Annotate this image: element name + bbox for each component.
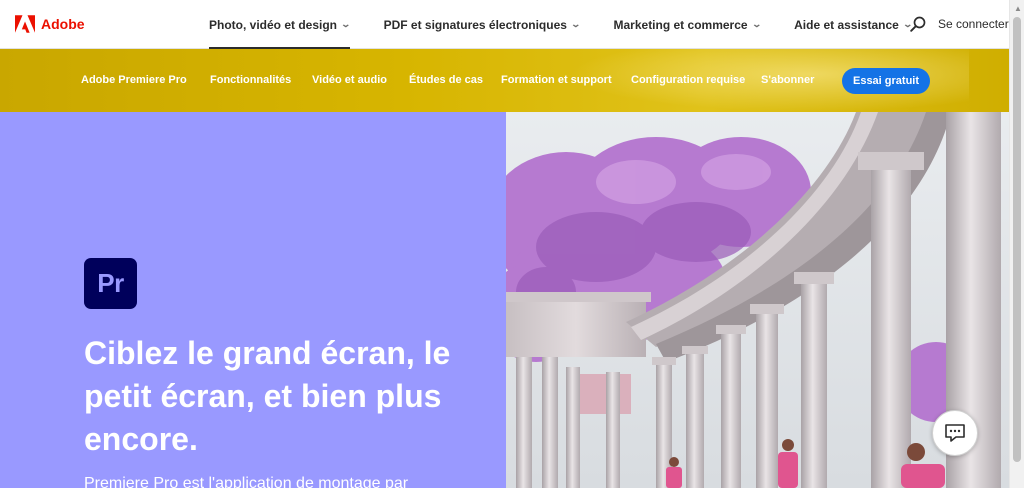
sign-in-link[interactable]: Se connecter — [938, 17, 1009, 31]
global-nav: Adobe Photo, vidéo et design ⌄ PDF et si… — [0, 0, 1009, 49]
premiere-pro-app-icon: Pr — [84, 258, 137, 309]
chevron-down-icon: ⌄ — [751, 19, 762, 29]
chevron-down-icon: ⌄ — [570, 19, 582, 29]
global-menu-photo-video-design[interactable]: Photo, vidéo et design ⌄ — [196, 0, 363, 49]
global-menu: Photo, vidéo et design ⌄ PDF et signatur… — [196, 0, 932, 49]
headline-line: petit écran, et bien plus — [84, 378, 442, 414]
product-nav-case-studies[interactable]: Études de cas — [409, 74, 483, 86]
global-menu-help-support[interactable]: Aide et assistance ⌄ — [781, 0, 924, 49]
hero-headline: Ciblez le grand écran, le petit écran, e… — [84, 332, 484, 461]
headline-line: encore. — [84, 421, 198, 457]
chat-button[interactable] — [932, 410, 978, 456]
menu-label: Photo, vidéo et design — [209, 17, 338, 32]
product-nav: Adobe Premiere Pro Fonctionnalités Vidéo… — [0, 49, 1009, 112]
product-nav-training-support[interactable]: Formation et support — [501, 74, 612, 86]
chat-icon — [945, 424, 965, 442]
product-nav-video-audio[interactable]: Vidéo et audio — [312, 74, 387, 86]
chevron-down-icon: ⌄ — [340, 19, 352, 29]
scrollbar-thumb[interactable] — [1013, 17, 1021, 462]
page-scrollbar[interactable]: ▲ — [1009, 0, 1024, 488]
hero-body-text: Premiere Pro est l'application de montag… — [84, 475, 409, 488]
product-nav-features[interactable]: Fonctionnalités — [210, 74, 291, 86]
menu-label: Aide et assistance — [794, 17, 899, 32]
search-icon[interactable] — [910, 16, 926, 32]
product-nav-title[interactable]: Adobe Premiere Pro — [81, 74, 187, 86]
global-menu-pdf-signatures[interactable]: PDF et signatures électroniques ⌄ — [371, 0, 593, 49]
product-nav-subscribe[interactable]: S'abonner — [761, 74, 814, 86]
adobe-logo[interactable]: Adobe — [15, 15, 85, 33]
menu-label: Marketing et commerce — [613, 17, 748, 32]
scroll-up-arrow-icon[interactable]: ▲ — [1014, 4, 1022, 13]
free-trial-button[interactable]: Essai gratuit — [842, 68, 930, 94]
menu-label: PDF et signatures électroniques — [383, 17, 567, 32]
adobe-logo-icon — [15, 15, 35, 33]
adobe-wordmark: Adobe — [41, 16, 85, 32]
global-menu-marketing-commerce[interactable]: Marketing et commerce ⌄ — [601, 0, 774, 49]
product-nav-system-requirements[interactable]: Configuration requise — [631, 74, 745, 86]
headline-line: Ciblez le grand écran, le — [84, 335, 451, 371]
